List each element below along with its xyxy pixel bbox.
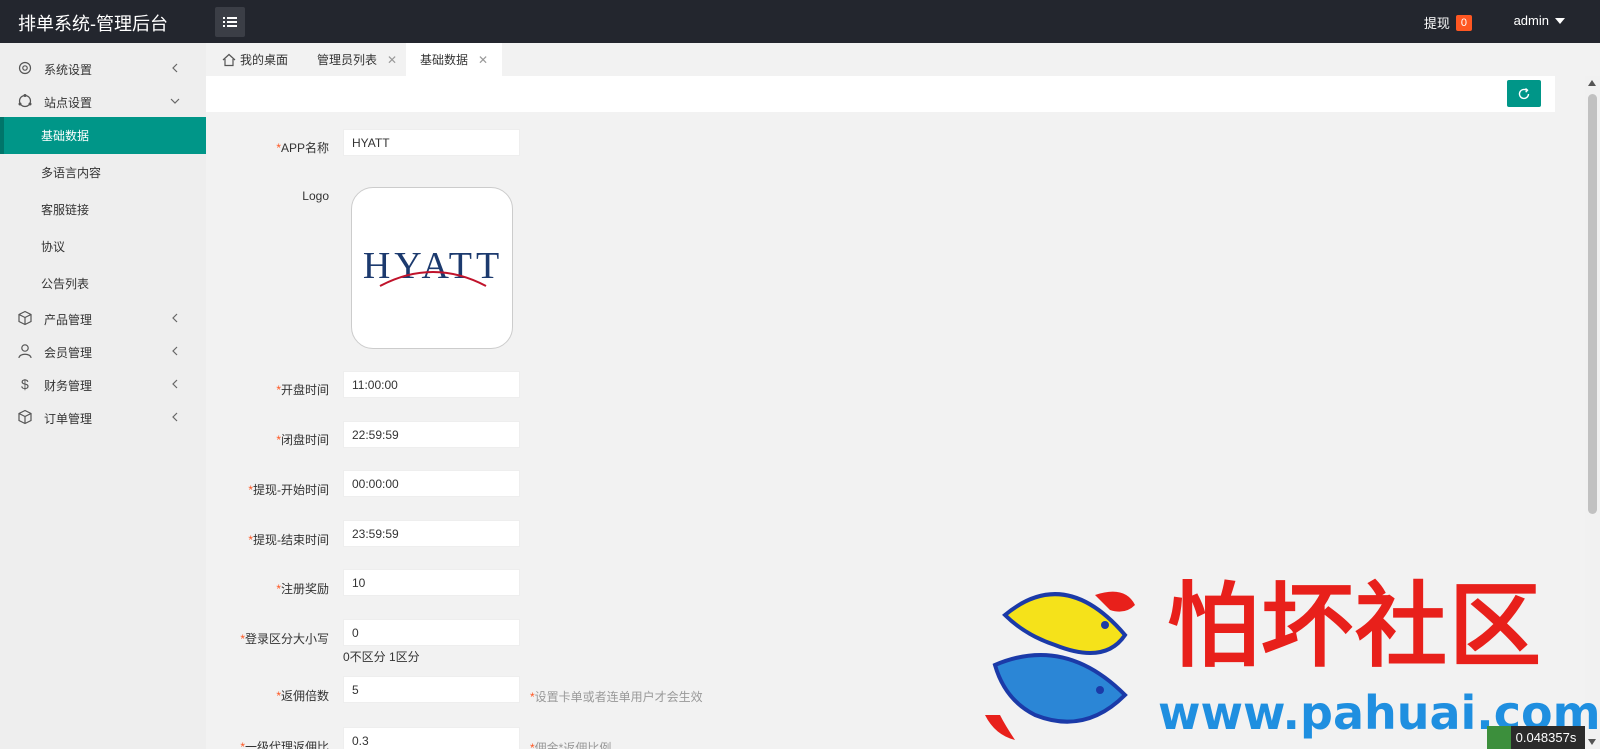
withdraw-end-input[interactable]: 23:59:59 (343, 520, 520, 547)
rebate-multiple-input[interactable]: 5 (343, 676, 520, 703)
sidebar-item-agreement[interactable]: 协议 (0, 228, 206, 265)
refresh-button[interactable] (1507, 80, 1541, 107)
chevron-down-icon (170, 98, 180, 104)
field-label-app-name: *APP名称 (276, 141, 329, 155)
gear-icon (18, 61, 32, 75)
sidebar-group-label: 产品管理 (44, 313, 93, 327)
sidebar-group-label: 系统设置 (44, 63, 93, 77)
page-scrollbar[interactable] (1585, 76, 1600, 749)
level1-rebate-input[interactable]: 0.3 (343, 727, 520, 749)
field-label-case-sensitive: *登录区分大小写 (240, 632, 329, 646)
sidebar-group-site-settings[interactable]: 站点设置 (0, 84, 206, 118)
watermark-text: 怕坏社区 (1167, 572, 1544, 680)
app-title: 排单系统-管理后台 (18, 14, 168, 34)
sidebar-group-label: 订单管理 (44, 412, 93, 426)
sidebar-group-products[interactable]: 产品管理 (0, 301, 206, 335)
home-icon (222, 53, 236, 66)
scroll-up-arrow-icon[interactable] (1588, 80, 1596, 86)
field-label-withdraw-start: *提现-开始时间 (248, 483, 329, 497)
svg-text:$: $ (21, 376, 29, 392)
rebate-multiple-hint: *设置卡单或者连单用户才会生效 (530, 690, 703, 704)
refresh-icon (1518, 87, 1530, 99)
tab-bar: 我的桌面 管理员列表 ✕ 基础数据 ✕ (206, 43, 1600, 76)
field-label-rebate-multiple: *返佣倍数 (276, 689, 329, 703)
caret-down-icon (1555, 17, 1565, 24)
sidebar-item-service-link[interactable]: 客服链接 (0, 191, 206, 228)
tab-label: 我的桌面 (240, 53, 289, 67)
close-time-input[interactable]: 22:59:59 (343, 421, 520, 448)
sidebar-item-multilang[interactable]: 多语言内容 (0, 154, 206, 191)
tab-label: 管理员列表 (317, 53, 378, 67)
close-icon[interactable]: ✕ (387, 53, 397, 67)
withdraw-link[interactable]: 提现 0 (1424, 13, 1472, 32)
svg-text:HYATT: HYATT (363, 245, 503, 287)
tab-admin-list[interactable]: 管理员列表 ✕ (311, 43, 411, 76)
sidebar-group-label: 站点设置 (44, 96, 93, 110)
tab-label: 基础数据 (420, 53, 469, 67)
field-label-register-reward: *注册奖励 (276, 582, 329, 596)
watermark-fish-logo (985, 591, 1135, 740)
site-icon (18, 94, 32, 108)
sidebar-group-label: 财务管理 (44, 379, 93, 393)
sidebar-group-finance[interactable]: $ 财务管理 (0, 367, 206, 401)
chevron-left-icon (172, 63, 178, 73)
app-name-input[interactable]: HYATT (343, 129, 520, 156)
dollar-icon: $ (21, 376, 29, 392)
chevron-left-icon (172, 346, 178, 356)
menu-toggle-button[interactable] (215, 7, 245, 37)
field-label-logo: Logo (302, 189, 329, 203)
withdraw-label: 提现 (1423, 16, 1450, 31)
user-menu[interactable]: admin (1514, 13, 1565, 28)
hyatt-logo: HYATT (363, 245, 503, 287)
tab-basic-data[interactable]: 基础数据 ✕ (406, 43, 502, 76)
top-header: 排单系统-管理后台 提现 0 admin (0, 0, 1600, 43)
timer-value: 0.048357s (1515, 730, 1577, 745)
list-icon (223, 17, 237, 27)
sidebar-group-label: 会员管理 (44, 346, 93, 360)
sidebar-item-basic-data[interactable]: 基础数据 (0, 117, 206, 154)
close-icon[interactable]: ✕ (478, 53, 488, 67)
chevron-left-icon (172, 313, 178, 323)
sidebar: 系统设置 站点设置 基础数据 多语言内容 客服链接 协议 公告列表 产品管理 会… (0, 43, 206, 749)
sidebar-item-announcements[interactable]: 公告列表 (0, 265, 206, 302)
user-icon (18, 344, 32, 359)
logo-upload[interactable]: HYATT (351, 187, 513, 349)
register-reward-input[interactable]: 10 (343, 569, 520, 596)
tab-my-desktop[interactable]: 我的桌面 (216, 43, 304, 76)
scroll-thumb[interactable] (1588, 94, 1597, 514)
field-label-withdraw-end: *提现-结束时间 (248, 533, 329, 547)
case-sensitive-hint: 0不区分 1区分 (343, 650, 420, 664)
box-icon (18, 310, 32, 326)
open-time-input[interactable]: 11:00:00 (343, 371, 520, 398)
withdraw-start-input[interactable]: 00:00:00 (343, 470, 520, 497)
sidebar-group-orders[interactable]: 订单管理 (0, 400, 206, 434)
chevron-left-icon (172, 412, 178, 422)
box-icon (18, 409, 32, 425)
field-label-level1-rebate: *一级代理返佣比 (240, 740, 329, 749)
field-label-close-time: *闭盘时间 (276, 433, 329, 447)
level1-rebate-hint: *佣金*返佣比例 (530, 741, 612, 749)
withdraw-count-badge: 0 (1455, 14, 1472, 31)
sidebar-group-system-settings[interactable]: 系统设置 (0, 51, 206, 85)
username: admin (1513, 13, 1549, 28)
sidebar-group-members[interactable]: 会员管理 (0, 334, 206, 368)
content-toolbar (206, 76, 1555, 112)
case-sensitive-input[interactable]: 0 (343, 619, 520, 646)
debug-leaf-icon[interactable] (1487, 726, 1511, 749)
chevron-left-icon (172, 379, 178, 389)
field-label-open-time: *开盘时间 (276, 383, 329, 397)
